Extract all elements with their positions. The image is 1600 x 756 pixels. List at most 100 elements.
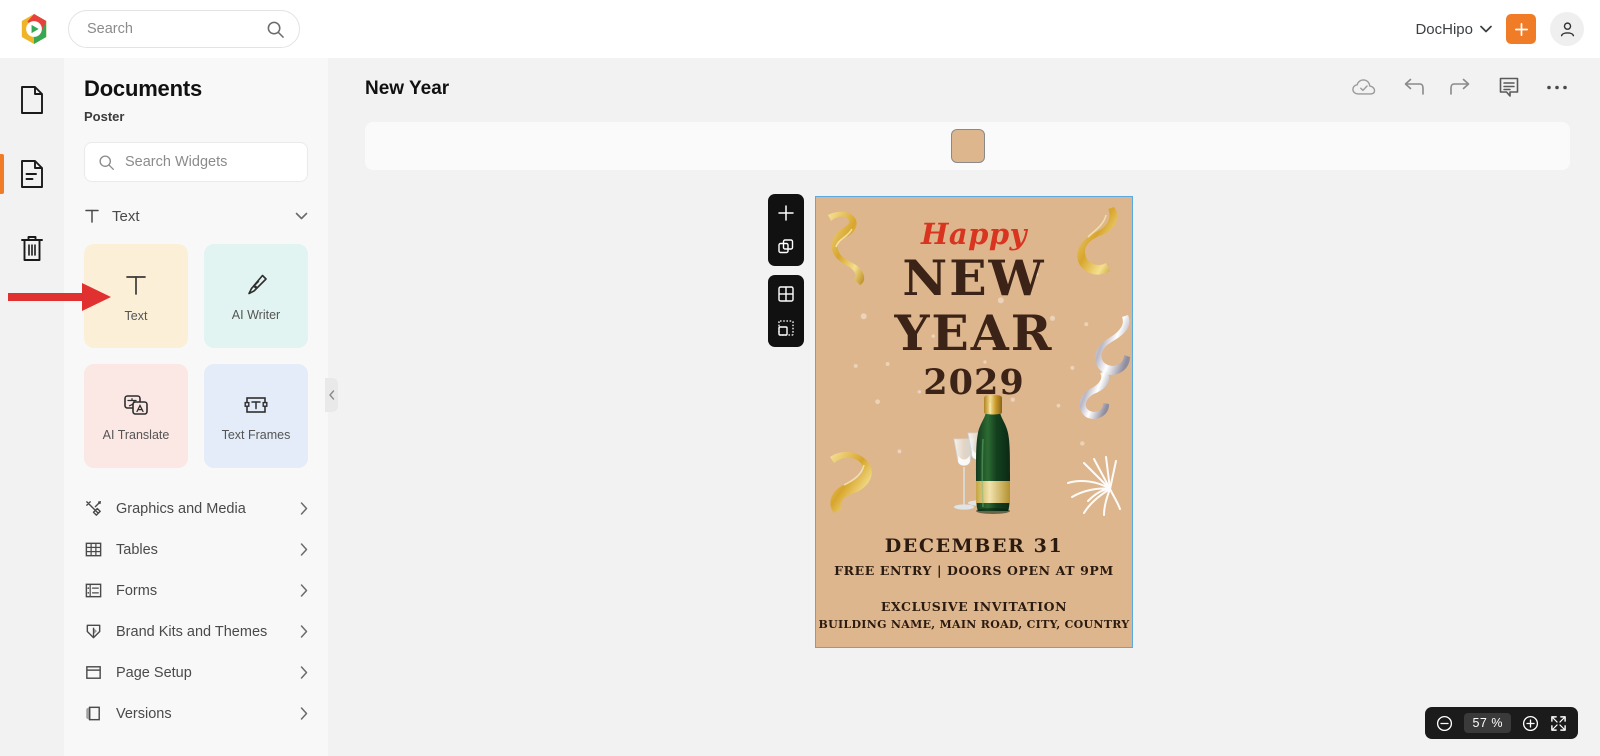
brand-label: DocHipo <box>1415 20 1473 38</box>
redo-button[interactable] <box>1450 77 1472 97</box>
panel-menu-list: Graphics and Media Tables Forms Brand Ki… <box>84 488 308 734</box>
document-lines-icon <box>21 160 43 188</box>
redo-arrow-icon <box>1450 78 1470 95</box>
section-header-text[interactable]: Text <box>84 202 308 230</box>
pen-nib-icon <box>248 274 267 294</box>
top-bar-right: DocHipo <box>1415 0 1584 58</box>
dashed-resize-icon <box>778 320 794 336</box>
undo-button[interactable] <box>1402 77 1424 97</box>
global-search[interactable]: Search <box>68 10 300 48</box>
menu-item-forms[interactable]: Forms <box>84 570 308 611</box>
user-icon <box>1560 21 1574 36</box>
zoom-level-value[interactable]: 57 % <box>1464 713 1511 733</box>
poster-new-text: NEW <box>902 249 1046 307</box>
comment-box-icon <box>1499 77 1519 97</box>
menu-item-label: Versions <box>116 705 172 722</box>
page-setup-icon <box>86 666 101 679</box>
menu-item-label: Graphics and Media <box>116 500 246 517</box>
widgets-panel: Documents Poster Search Widgets Text Tex… <box>64 58 328 756</box>
fullscreen-icon <box>1551 715 1566 731</box>
chevron-down-icon <box>1480 25 1492 33</box>
search-icon <box>99 154 114 170</box>
menu-item-label: Tables <box>116 541 158 558</box>
menu-item-label: Brand Kits and Themes <box>116 623 268 640</box>
page-tools <box>768 194 804 347</box>
left-icon-rail <box>0 58 64 756</box>
chevron-left-icon <box>328 390 334 400</box>
widget-card-ai-writer[interactable]: AI Writer <box>204 244 308 348</box>
widget-card-label: AI Writer <box>231 307 281 322</box>
plus-icon <box>778 205 794 221</box>
text-t-icon <box>126 275 146 295</box>
menu-item-page-setup[interactable]: Page Setup <box>84 652 308 693</box>
panel-subtitle: Poster <box>84 109 125 124</box>
plus-circle-icon <box>1522 715 1539 731</box>
menu-item-versions[interactable]: Versions <box>84 693 308 734</box>
create-new-button[interactable] <box>1506 14 1536 44</box>
chevron-right-icon <box>300 625 308 638</box>
duplicate-icon <box>778 239 794 254</box>
chevron-right-icon <box>300 666 308 679</box>
resize-page-button[interactable] <box>775 317 797 339</box>
menu-item-graphics-and-media[interactable]: Graphics and Media <box>84 488 308 529</box>
text-t-icon <box>85 209 99 223</box>
add-page-button[interactable] <box>775 202 797 224</box>
section-label: Text <box>112 207 140 225</box>
cloud-saved-button[interactable] <box>1352 78 1376 97</box>
menu-item-label: Page Setup <box>116 664 192 681</box>
dochipo-logo-icon <box>21 14 47 44</box>
chevron-right-icon <box>300 584 308 597</box>
grid-layout-button[interactable] <box>775 283 797 305</box>
chevron-down-icon[interactable] <box>295 212 308 220</box>
poster-date-text: DECEMBER 31 <box>884 535 1064 557</box>
minus-circle-icon <box>1437 715 1453 731</box>
menu-item-brand-kits-and-themes[interactable]: Brand Kits and Themes <box>84 611 308 652</box>
champagne-bottle-and-glasses-decor <box>953 395 1010 514</box>
rail-item-templates[interactable] <box>0 148 64 200</box>
zoom-unit: % <box>1491 716 1503 730</box>
translate-icon <box>124 394 148 415</box>
account-avatar[interactable] <box>1550 12 1584 46</box>
widget-card-text-frames[interactable]: Text Frames <box>204 364 308 468</box>
graphics-media-icon <box>86 501 101 516</box>
menu-item-label: Forms <box>116 582 158 599</box>
widget-cards: Text AI Writer AI Translate Text Frames <box>84 244 308 468</box>
editor-stage: New Year Happy NEW YEAR 2029 DECEMBER 31… <box>328 58 1600 756</box>
zoom-in-button[interactable] <box>1522 715 1539 732</box>
poster-year-text: YEAR <box>894 304 1054 362</box>
widget-card-ai-translate[interactable]: AI Translate <box>84 364 188 468</box>
text-frame-icon <box>244 396 268 413</box>
rail-item-trash[interactable] <box>0 222 64 274</box>
more-options-button[interactable] <box>1546 84 1568 91</box>
top-bar: Search DocHipo <box>0 0 1600 58</box>
comments-button[interactable] <box>1498 76 1520 98</box>
chevron-right-icon <box>300 502 308 515</box>
panel-collapse-handle[interactable] <box>325 378 338 412</box>
menu-item-tables[interactable]: Tables <box>84 529 308 570</box>
panel-title: Documents <box>84 76 202 101</box>
grid-icon <box>778 286 794 302</box>
page-tools-group-1 <box>768 194 804 266</box>
poster-entry-text: FREE ENTRY | DOORS OPEN AT 9PM <box>834 563 1114 578</box>
forms-icon <box>85 583 102 598</box>
page-background-color-swatch[interactable] <box>950 129 985 163</box>
duplicate-page-button[interactable] <box>775 236 797 258</box>
widget-search-input[interactable]: Search Widgets <box>84 142 308 182</box>
undo-arrow-icon <box>1404 78 1424 95</box>
trash-icon <box>21 235 43 261</box>
app-logo[interactable] <box>0 13 68 45</box>
property-bar <box>365 122 1570 170</box>
document-title[interactable]: New Year <box>365 78 449 100</box>
poster-address-text: BUILDING NAME, MAIN ROAD, CITY, COUNTRY <box>818 618 1130 631</box>
chevron-right-icon <box>300 707 308 720</box>
zoom-out-button[interactable] <box>1436 715 1453 732</box>
poster-canvas[interactable]: Happy NEW YEAR 2029 DECEMBER 31 FREE ENT… <box>815 196 1133 648</box>
rail-item-documents[interactable] <box>0 74 64 126</box>
widget-card-text[interactable]: Text <box>84 244 188 348</box>
brand-selector[interactable]: DocHipo <box>1415 21 1492 38</box>
firework-burst-decor <box>1067 456 1121 516</box>
widget-search-placeholder: Search Widgets <box>125 154 228 170</box>
document-icon <box>21 86 43 114</box>
fit-to-screen-button[interactable] <box>1550 715 1567 732</box>
table-grid-icon <box>85 542 102 557</box>
